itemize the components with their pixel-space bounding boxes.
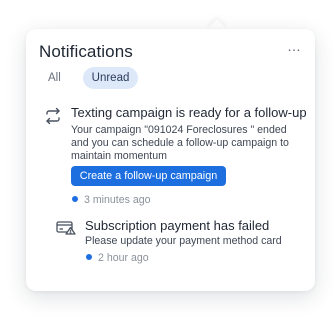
timestamp-text: 3 minutes ago bbox=[84, 194, 151, 206]
unread-dot bbox=[86, 254, 92, 260]
notification-title: Subscription payment has failed bbox=[85, 218, 270, 233]
more-options-button[interactable]: … bbox=[285, 39, 303, 56]
notification-body: Your campaign "091024 Foreclosures " end… bbox=[71, 124, 289, 162]
notification-title: Texting campaign is ready for a follow-u… bbox=[71, 105, 307, 120]
tab-unread[interactable]: Unread bbox=[83, 67, 138, 89]
repeat-icon bbox=[44, 107, 62, 125]
tab-all[interactable]: All bbox=[38, 67, 71, 89]
panel-title: Notifications bbox=[39, 42, 133, 61]
notification-timestamp: 2 hour ago bbox=[86, 252, 149, 264]
timestamp-text: 2 hour ago bbox=[98, 252, 149, 264]
unread-dot bbox=[72, 196, 78, 202]
create-follow-up-campaign-button[interactable]: Create a follow-up campaign bbox=[71, 166, 226, 186]
notification-body: Please update your payment method card bbox=[85, 235, 282, 247]
notification-timestamp: 3 minutes ago bbox=[72, 194, 151, 206]
card-warning-icon bbox=[56, 221, 76, 235]
